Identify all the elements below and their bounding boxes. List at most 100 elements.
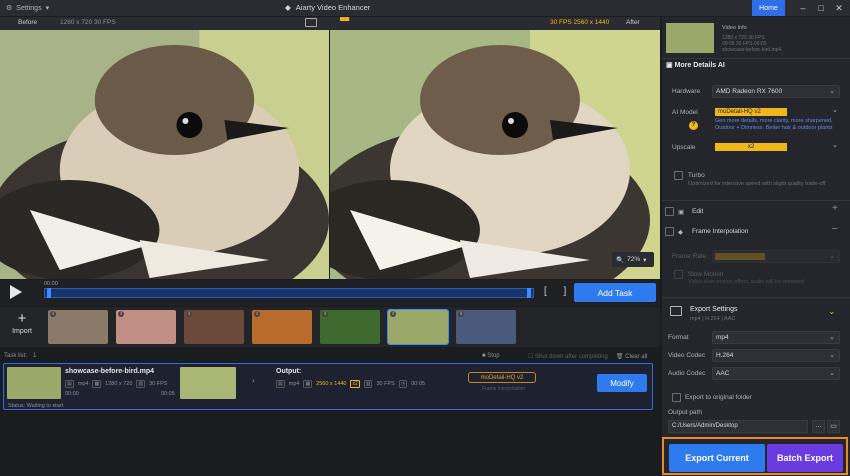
timeline-start-time: 00:00 <box>44 281 58 287</box>
thumbnail-tiger[interactable]: i <box>252 310 312 344</box>
slow-motion-note: Video slow-motion effect, audio will be … <box>688 279 804 285</box>
edit-checkbox[interactable] <box>665 207 674 216</box>
task-count: 1 <box>33 353 37 359</box>
help-icon[interactable]: ? <box>689 121 698 130</box>
hardware-select[interactable]: AMD Radeon RX 7600 ⌄ <box>712 85 840 98</box>
task-source-thumbnail <box>7 367 61 399</box>
preview-after[interactable] <box>330 30 660 279</box>
export-current-button[interactable]: Export Current <box>669 444 765 472</box>
minimize-icon[interactable]: – <box>797 2 809 14</box>
task-output-thumbnail <box>180 367 236 399</box>
frame-rate-select[interactable]: ⌄ <box>712 250 840 263</box>
export-settings-title: Export Settings <box>690 306 738 313</box>
frame-interp-checkbox[interactable] <box>665 227 674 236</box>
collapse-frame-interp-icon[interactable]: – <box>832 223 838 234</box>
turbo-note: Optimized for intensive speed with sligh… <box>688 181 826 187</box>
info-icon: i <box>118 311 124 317</box>
output-time: 00:05 <box>411 381 425 387</box>
chevron-down-icon: ⌄ <box>829 352 835 359</box>
timeline-end-handle[interactable] <box>527 288 531 298</box>
modify-button[interactable]: Modify <box>597 374 647 392</box>
thumbnail-fabric[interactable]: i <box>116 310 176 344</box>
add-task-button[interactable]: Add Task <box>574 283 656 302</box>
more-options-icon[interactable]: … <box>812 420 825 433</box>
import-button[interactable]: + Import <box>4 310 40 344</box>
info-icon: i <box>186 311 192 317</box>
chevron-down-icon: ⌄ <box>832 142 838 149</box>
chevron-down-icon: ▾ <box>643 256 647 264</box>
task-row[interactable]: showcase-before-bird.mp4 ▤ mp4 ▦ 1280 x 72… <box>3 363 653 410</box>
folder-icon[interactable]: ▭ <box>827 420 840 433</box>
expand-edit-icon[interactable]: + <box>832 203 838 214</box>
chevron-down-icon: ⌄ <box>829 88 835 95</box>
edit-icon: ▣ <box>678 209 685 216</box>
zoom-control[interactable]: 🔍 72% ▾ <box>612 252 654 267</box>
maximize-icon[interactable]: □ <box>815 2 827 14</box>
fps-icon: ▥ <box>136 380 146 388</box>
thumbnail-building[interactable]: i <box>456 310 516 344</box>
ai-model-select[interactable]: moDetail-HQ v2 <box>715 108 787 116</box>
turbo-checkbox[interactable] <box>674 171 683 180</box>
format-select[interactable]: mp4 ⌄ <box>712 331 840 344</box>
app-title: ◆ Aiarty Video Enhancer <box>285 3 370 12</box>
split-view-icon[interactable] <box>305 18 317 27</box>
collapse-export-icon[interactable]: ⌄ <box>828 306 836 317</box>
clear-all-button[interactable]: 🗑 Clear all <box>616 353 647 360</box>
task-filename: showcase-before-bird.mp4 <box>65 368 155 375</box>
task-resolution: 1280 x 720 <box>105 381 133 387</box>
settings-panel: Video Info 1280 x 720 30 FPS 00:05 30 FP… <box>662 17 850 476</box>
slow-motion-label: Slow Motion <box>688 271 724 278</box>
output-path-field[interactable]: C:/Users/Admin/Desktop <box>668 420 808 433</box>
chevron-down-icon: ⌄ <box>829 334 835 341</box>
settings-icon: ⚙ <box>6 5 13 12</box>
task-list-label: Task list: <box>4 353 28 359</box>
info-icon: i <box>254 311 260 317</box>
task-source-meta: ▤ mp4 ▦ 1280 x 720 ▥ 30 FPS <box>65 380 167 388</box>
task-time-b: 00:05 <box>161 391 175 397</box>
slow-motion-checkbox[interactable] <box>674 270 683 279</box>
thumbnail-cat[interactable]: i <box>48 310 108 344</box>
ai-model-label: AI Model <box>672 109 698 116</box>
home-button[interactable]: Home <box>752 0 785 16</box>
zoom-icon: 🔍 <box>616 256 625 264</box>
play-icon[interactable] <box>9 284 23 300</box>
format-icon: ▤ <box>276 380 285 388</box>
frame-interp-label: Frame Interpolation <box>692 228 749 235</box>
plus-icon: + <box>17 310 27 327</box>
more-details-title-text: More Details AI <box>674 62 725 69</box>
format-value: mp4 <box>716 334 729 341</box>
export-original-checkbox[interactable] <box>672 393 681 402</box>
before-label: Before <box>18 19 38 26</box>
fps-icon: ▥ <box>363 380 373 388</box>
task-format: mp4 <box>77 381 89 387</box>
thumbnail-forest[interactable]: i <box>320 310 380 344</box>
settings-menu[interactable]: ⚙ Settings ▾ <box>6 4 49 13</box>
upscale-select[interactable]: x2 <box>715 143 787 151</box>
trim-buttons[interactable]: [ ] <box>544 286 573 297</box>
app-title-text: Aiarty Video Enhancer <box>295 3 371 12</box>
thumbnail-portrait[interactable]: i <box>184 310 244 344</box>
output-label: Output: <box>276 368 302 375</box>
thumbnail-bird[interactable]: i <box>387 309 449 345</box>
info-icon: i <box>50 311 56 317</box>
resolution-icon: ▦ <box>92 380 102 388</box>
preview-before[interactable] <box>0 30 329 279</box>
audio-codec-select[interactable]: AAC ⌄ <box>712 367 840 380</box>
timeline-start-handle[interactable] <box>47 288 51 298</box>
stop-button[interactable]: ■ Stop <box>482 353 500 359</box>
chevron-down-icon: ⌄ <box>829 253 835 260</box>
timeline-track[interactable] <box>44 288 534 298</box>
compare-bar: Before 1280 x 720 30 FPS ▀▀ 30 FPS 2560 … <box>0 17 660 30</box>
audio-codec-label: Audio Codec <box>668 370 706 377</box>
batch-export-button[interactable]: Batch Export <box>767 444 843 472</box>
after-info: 30 FPS 2560 x 1440 <box>550 19 610 26</box>
video-codec-value: H.264 <box>716 352 734 359</box>
close-icon[interactable]: ✕ <box>833 2 845 14</box>
format-label: Format <box>668 334 689 341</box>
title-bar: ⚙ Settings ▾ ◆ Aiarty Video Enhancer Hom… <box>0 0 850 16</box>
video-codec-select[interactable]: H.264 ⌄ <box>712 349 840 362</box>
side-view-icon[interactable]: ▀▀ <box>340 18 354 28</box>
app-logo-icon: ◆ <box>285 3 291 12</box>
shutdown-checkbox[interactable]: ☐ Shut down after completing <box>528 353 608 360</box>
export-settings-icon <box>670 306 682 316</box>
